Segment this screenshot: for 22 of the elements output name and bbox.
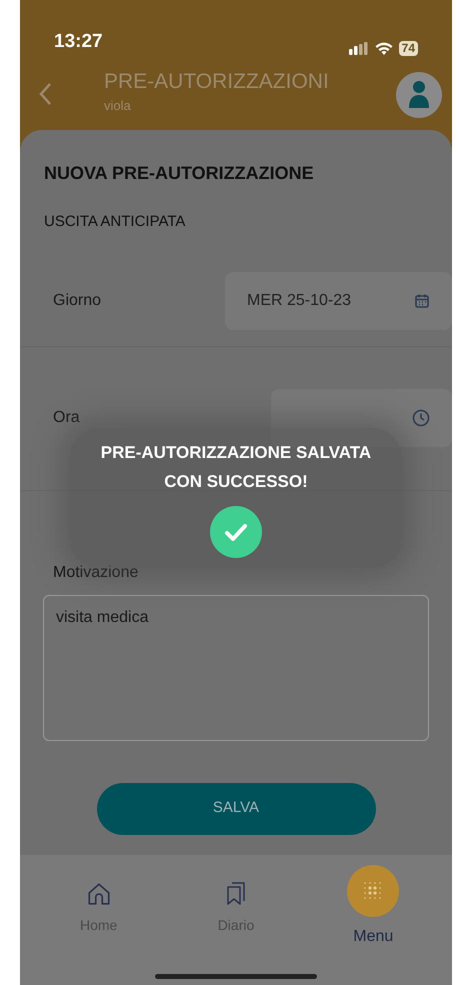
- signal-icon: [348, 42, 369, 55]
- header-title: PRE-AUTORIZZAZIONI: [104, 69, 330, 95]
- tab-bar-item[interactable]: Menu: [328, 865, 418, 949]
- profile-avatar[interactable]: [396, 72, 442, 118]
- field-label: Giorno: [53, 290, 102, 310]
- back-chevron-icon[interactable]: [38, 82, 52, 106]
- clock-icon: [412, 409, 430, 427]
- form-subtitle: USCITA ANTICIPATA: [44, 212, 186, 232]
- date-field[interactable]: MER 25-10-23: [225, 272, 452, 330]
- header-subtitle: viola: [104, 97, 132, 115]
- status-time: 13:27: [54, 30, 103, 54]
- wifi-icon: [374, 42, 393, 55]
- reason-label: Motivazione: [53, 562, 140, 582]
- calendar-icon: [414, 292, 430, 308]
- reason-text-area[interactable]: visita medica: [43, 594, 429, 740]
- battery-indicator: 74: [398, 41, 418, 56]
- form-title: NUOVA PRE-AUTORIZZAZIONE: [44, 162, 315, 185]
- field-label: Ora: [53, 408, 80, 428]
- save-button[interactable]: SALVA: [96, 782, 376, 834]
- check-circle-icon: [210, 506, 262, 558]
- house-icon: [86, 881, 112, 907]
- toast-message: PRE-AUTORIZZAZIONE SALVATA CON SUCCESSO!: [100, 442, 372, 493]
